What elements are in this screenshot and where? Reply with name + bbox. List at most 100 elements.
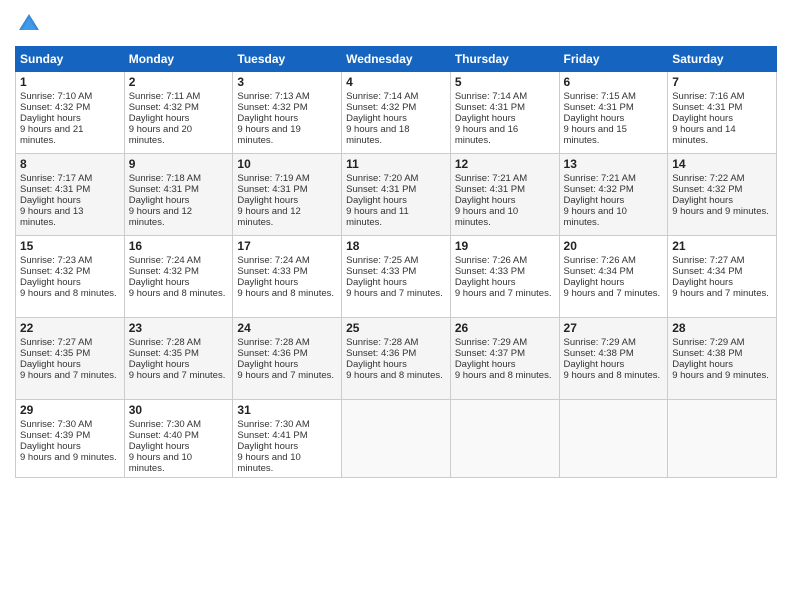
calendar-cell: 9Sunrise: 7:18 AMSunset: 4:31 PMDaylight… (124, 154, 233, 236)
calendar-cell: 21 Sunrise: 7:27 AMSunset: 4:34 PMDayligh… (668, 236, 777, 318)
calendar-cell: 14 Sunrise: 7:22 AMSunset: 4:32 PMDayligh… (668, 154, 777, 236)
calendar-cell: 7 Sunrise: 7:16 AMSunset: 4:31 PMDaylight… (668, 72, 777, 154)
calendar-cell: 23 Sunrise: 7:28 AMSunset: 4:35 PMDayligh… (124, 318, 233, 400)
day-number: 20 (564, 239, 664, 253)
day-info: Sunrise: 7:30 AMSunset: 4:41 PMDaylight … (237, 419, 309, 474)
calendar-cell: 6 Sunrise: 7:15 AMSunset: 4:31 PMDaylight… (559, 72, 668, 154)
day-number: 12 (455, 157, 555, 171)
day-info: Sunrise: 7:18 AMSunset: 4:31 PMDaylight … (129, 173, 201, 228)
day-info: Sunrise: 7:13 AMSunset: 4:32 PMDaylight … (237, 91, 309, 146)
day-info: Sunrise: 7:17 AMSunset: 4:31 PMDaylight … (20, 173, 92, 228)
day-info: Sunrise: 7:25 AMSunset: 4:33 PMDaylight … (346, 255, 443, 299)
calendar-cell: 22 Sunrise: 7:27 AMSunset: 4:35 PMDayligh… (16, 318, 125, 400)
day-number: 31 (237, 403, 337, 417)
day-info: Sunrise: 7:28 AMSunset: 4:35 PMDaylight … (129, 337, 226, 381)
day-number: 7 (672, 75, 772, 89)
day-number: 24 (237, 321, 337, 335)
day-info: Sunrise: 7:14 AMSunset: 4:32 PMDaylight … (346, 91, 418, 146)
day-info: Sunrise: 7:27 AMSunset: 4:34 PMDaylight … (672, 255, 769, 299)
day-number: 14 (672, 157, 772, 171)
day-info: Sunrise: 7:24 AMSunset: 4:32 PMDaylight … (129, 255, 226, 299)
day-number: 28 (672, 321, 772, 335)
calendar-cell (342, 400, 451, 478)
calendar-cell: 25 Sunrise: 7:28 AMSunset: 4:36 PMDayligh… (342, 318, 451, 400)
day-number: 22 (20, 321, 120, 335)
col-header-wednesday: Wednesday (342, 47, 451, 72)
day-number: 17 (237, 239, 337, 253)
day-info: Sunrise: 7:19 AMSunset: 4:31 PMDaylight … (237, 173, 309, 228)
day-info: Sunrise: 7:26 AMSunset: 4:33 PMDaylight … (455, 255, 552, 299)
day-info: Sunrise: 7:16 AMSunset: 4:31 PMDaylight … (672, 91, 744, 146)
calendar-week-row: 8 Sunrise: 7:17 AMSunset: 4:31 PMDaylight… (16, 154, 777, 236)
calendar-cell: 28Sunrise: 7:29 AMSunset: 4:38 PMDayligh… (668, 318, 777, 400)
day-number: 21 (672, 239, 772, 253)
calendar-page: SundayMondayTuesdayWednesdayThursdayFrid… (0, 0, 792, 612)
day-number: 29 (20, 403, 120, 417)
logo-icon (15, 10, 43, 38)
day-number: 15 (20, 239, 120, 253)
calendar-cell: 1 Sunrise: 7:10 AMSunset: 4:32 PMDaylight… (16, 72, 125, 154)
col-header-sunday: Sunday (16, 47, 125, 72)
day-info: Sunrise: 7:10 AMSunset: 4:32 PMDaylight … (20, 91, 92, 146)
calendar-cell: 27Sunrise: 7:29 AMSunset: 4:38 PMDayligh… (559, 318, 668, 400)
calendar-week-row: 22 Sunrise: 7:27 AMSunset: 4:35 PMDayligh… (16, 318, 777, 400)
calendar-cell: 17Sunrise: 7:24 AMSunset: 4:33 PMDayligh… (233, 236, 342, 318)
day-info: Sunrise: 7:20 AMSunset: 4:31 PMDaylight … (346, 173, 418, 228)
day-number: 25 (346, 321, 446, 335)
calendar-cell: 8 Sunrise: 7:17 AMSunset: 4:31 PMDaylight… (16, 154, 125, 236)
logo (15, 10, 47, 38)
day-info: Sunrise: 7:15 AMSunset: 4:31 PMDaylight … (564, 91, 636, 146)
day-info: Sunrise: 7:21 AMSunset: 4:31 PMDaylight … (455, 173, 527, 228)
day-info: Sunrise: 7:28 AMSunset: 4:36 PMDaylight … (237, 337, 334, 381)
day-number: 23 (129, 321, 229, 335)
day-number: 1 (20, 75, 120, 89)
calendar-cell: 10 Sunrise: 7:19 AMSunset: 4:31 PMDayligh… (233, 154, 342, 236)
calendar-cell: 3 Sunrise: 7:13 AMSunset: 4:32 PMDaylight… (233, 72, 342, 154)
calendar-cell: 13 Sunrise: 7:21 AMSunset: 4:32 PMDayligh… (559, 154, 668, 236)
calendar-table: SundayMondayTuesdayWednesdayThursdayFrid… (15, 46, 777, 478)
day-number: 26 (455, 321, 555, 335)
calendar-cell: 26 Sunrise: 7:29 AMSunset: 4:37 PMDayligh… (450, 318, 559, 400)
calendar-cell: 24 Sunrise: 7:28 AMSunset: 4:36 PMDayligh… (233, 318, 342, 400)
day-info: Sunrise: 7:23 AMSunset: 4:32 PMDaylight … (20, 255, 117, 299)
calendar-cell: 2 Sunrise: 7:11 AMSunset: 4:32 PMDaylight… (124, 72, 233, 154)
day-number: 27 (564, 321, 664, 335)
calendar-week-row: 1 Sunrise: 7:10 AMSunset: 4:32 PMDaylight… (16, 72, 777, 154)
day-number: 16 (129, 239, 229, 253)
calendar-cell: 19 Sunrise: 7:26 AMSunset: 4:33 PMDayligh… (450, 236, 559, 318)
day-number: 10 (237, 157, 337, 171)
calendar-cell (668, 400, 777, 478)
day-info: Sunrise: 7:29 AMSunset: 4:37 PMDaylight … (455, 337, 552, 381)
day-number: 8 (20, 157, 120, 171)
col-header-saturday: Saturday (668, 47, 777, 72)
calendar-cell: 18 Sunrise: 7:25 AMSunset: 4:33 PMDayligh… (342, 236, 451, 318)
calendar-cell: 15 Sunrise: 7:23 AMSunset: 4:32 PMDayligh… (16, 236, 125, 318)
day-number: 19 (455, 239, 555, 253)
day-number: 2 (129, 75, 229, 89)
day-info: Sunrise: 7:26 AMSunset: 4:34 PMDaylight … (564, 255, 661, 299)
col-header-monday: Monday (124, 47, 233, 72)
day-info: Sunrise: 7:22 AMSunset: 4:32 PMDaylight … (672, 173, 769, 217)
col-header-friday: Friday (559, 47, 668, 72)
calendar-cell: 11 Sunrise: 7:20 AMSunset: 4:31 PMDayligh… (342, 154, 451, 236)
day-number: 3 (237, 75, 337, 89)
calendar-week-row: 29Sunrise: 7:30 AMSunset: 4:39 PMDayligh… (16, 400, 777, 478)
day-info: Sunrise: 7:30 AMSunset: 4:40 PMDaylight … (129, 419, 201, 474)
calendar-week-row: 15 Sunrise: 7:23 AMSunset: 4:32 PMDayligh… (16, 236, 777, 318)
day-info: Sunrise: 7:14 AMSunset: 4:31 PMDaylight … (455, 91, 527, 146)
calendar-cell: 30Sunrise: 7:30 AMSunset: 4:40 PMDayligh… (124, 400, 233, 478)
header (15, 10, 777, 38)
day-number: 4 (346, 75, 446, 89)
day-number: 18 (346, 239, 446, 253)
col-header-thursday: Thursday (450, 47, 559, 72)
day-number: 6 (564, 75, 664, 89)
calendar-cell: 4 Sunrise: 7:14 AMSunset: 4:32 PMDaylight… (342, 72, 451, 154)
day-info: Sunrise: 7:27 AMSunset: 4:35 PMDaylight … (20, 337, 117, 381)
day-info: Sunrise: 7:28 AMSunset: 4:36 PMDaylight … (346, 337, 443, 381)
day-number: 11 (346, 157, 446, 171)
col-header-tuesday: Tuesday (233, 47, 342, 72)
day-number: 13 (564, 157, 664, 171)
day-info: Sunrise: 7:21 AMSunset: 4:32 PMDaylight … (564, 173, 636, 228)
day-info: Sunrise: 7:11 AMSunset: 4:32 PMDaylight … (129, 91, 201, 146)
calendar-cell: 29Sunrise: 7:30 AMSunset: 4:39 PMDayligh… (16, 400, 125, 478)
